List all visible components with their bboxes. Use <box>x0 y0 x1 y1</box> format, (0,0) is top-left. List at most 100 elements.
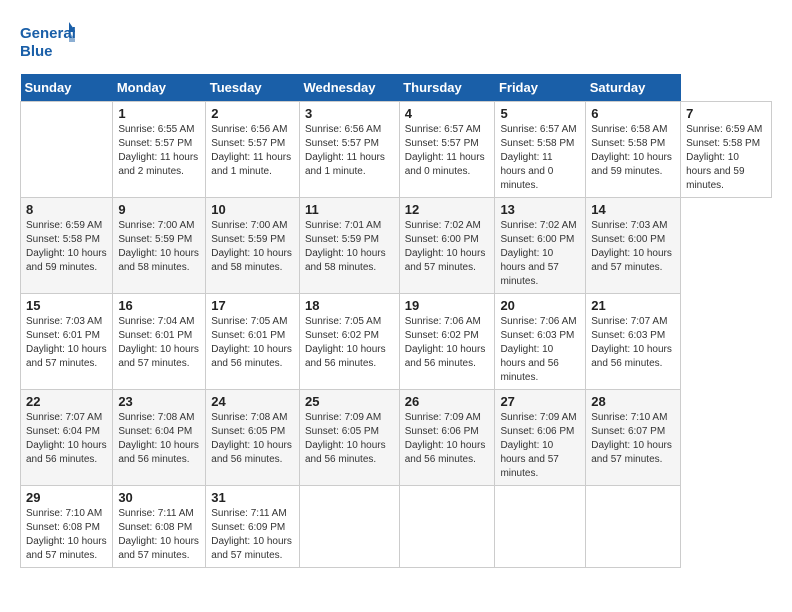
sunset-text: Sunset: 6:08 PM <box>26 522 100 533</box>
day-info: Sunrise: 6:57 AM Sunset: 5:58 PM Dayligh… <box>500 123 580 193</box>
calendar-day-13: 13 Sunrise: 7:02 AM Sunset: 6:00 PM Dayl… <box>495 198 586 294</box>
empty-cell <box>21 102 113 198</box>
calendar-day-15: 15 Sunrise: 7:03 AM Sunset: 6:01 PM Dayl… <box>21 294 113 390</box>
daylight-text: Daylight: 11 hours and 1 minute. <box>211 152 291 177</box>
day-info: Sunrise: 7:00 AM Sunset: 5:59 PM Dayligh… <box>118 219 200 275</box>
sunset-text: Sunset: 6:04 PM <box>26 426 100 437</box>
sunrise-text: Sunrise: 7:08 AM <box>118 412 194 423</box>
calendar-day-4: 4 Sunrise: 6:57 AM Sunset: 5:57 PM Dayli… <box>399 102 495 198</box>
daylight-text: Daylight: 10 hours and 58 minutes. <box>211 248 292 273</box>
daylight-text: Daylight: 10 hours and 59 minutes. <box>26 248 107 273</box>
sunrise-text: Sunrise: 6:59 AM <box>686 124 762 135</box>
calendar-day-24: 24 Sunrise: 7:08 AM Sunset: 6:05 PM Dayl… <box>206 390 300 486</box>
day-info: Sunrise: 7:08 AM Sunset: 6:04 PM Dayligh… <box>118 411 200 467</box>
daylight-text: Daylight: 10 hours and 59 minutes. <box>591 152 672 177</box>
day-info: Sunrise: 7:10 AM Sunset: 6:08 PM Dayligh… <box>26 507 107 563</box>
day-headers-row: SundayMondayTuesdayWednesdayThursdayFrid… <box>21 74 772 102</box>
sunset-text: Sunset: 6:05 PM <box>305 426 379 437</box>
day-info: Sunrise: 7:09 AM Sunset: 6:06 PM Dayligh… <box>405 411 490 467</box>
day-info: Sunrise: 6:56 AM Sunset: 5:57 PM Dayligh… <box>305 123 394 179</box>
sunrise-text: Sunrise: 6:57 AM <box>500 124 576 135</box>
sunset-text: Sunset: 6:00 PM <box>500 234 574 245</box>
day-number: 25 <box>305 394 394 409</box>
day-number: 7 <box>686 106 766 121</box>
day-number: 14 <box>591 202 675 217</box>
sunset-text: Sunset: 6:09 PM <box>211 522 285 533</box>
calendar-day-25: 25 Sunrise: 7:09 AM Sunset: 6:05 PM Dayl… <box>300 390 400 486</box>
calendar-day-14: 14 Sunrise: 7:03 AM Sunset: 6:00 PM Dayl… <box>586 198 681 294</box>
logo-svg: General Blue <box>20 20 75 64</box>
daylight-text: Daylight: 10 hours and 57 minutes. <box>591 440 672 465</box>
svg-text:General: General <box>20 25 75 42</box>
calendar-day-30: 30 Sunrise: 7:11 AM Sunset: 6:08 PM Dayl… <box>113 486 206 568</box>
sunset-text: Sunset: 6:03 PM <box>591 330 665 341</box>
calendar-day-12: 12 Sunrise: 7:02 AM Sunset: 6:00 PM Dayl… <box>399 198 495 294</box>
calendar-day-27: 27 Sunrise: 7:09 AM Sunset: 6:06 PM Dayl… <box>495 390 586 486</box>
daylight-text: Daylight: 10 hours and 57 minutes. <box>26 344 107 369</box>
sunset-text: Sunset: 5:59 PM <box>305 234 379 245</box>
calendar-day-17: 17 Sunrise: 7:05 AM Sunset: 6:01 PM Dayl… <box>206 294 300 390</box>
calendar-day-7: 7 Sunrise: 6:59 AM Sunset: 5:58 PM Dayli… <box>681 102 772 198</box>
sunset-text: Sunset: 6:01 PM <box>26 330 100 341</box>
daylight-text: Daylight: 10 hours and 56 minutes. <box>305 344 386 369</box>
sunset-text: Sunset: 6:00 PM <box>405 234 479 245</box>
day-number: 15 <box>26 298 107 313</box>
day-info: Sunrise: 7:08 AM Sunset: 6:05 PM Dayligh… <box>211 411 294 467</box>
calendar-day-11: 11 Sunrise: 7:01 AM Sunset: 5:59 PM Dayl… <box>300 198 400 294</box>
day-number: 18 <box>305 298 394 313</box>
day-info: Sunrise: 7:00 AM Sunset: 5:59 PM Dayligh… <box>211 219 294 275</box>
sunrise-text: Sunrise: 6:56 AM <box>211 124 287 135</box>
day-number: 28 <box>591 394 675 409</box>
sunrise-text: Sunrise: 6:56 AM <box>305 124 381 135</box>
calendar-day-16: 16 Sunrise: 7:04 AM Sunset: 6:01 PM Dayl… <box>113 294 206 390</box>
day-header-wednesday: Wednesday <box>300 74 400 102</box>
sunset-text: Sunset: 6:02 PM <box>305 330 379 341</box>
sunrise-text: Sunrise: 7:02 AM <box>405 220 481 231</box>
day-info: Sunrise: 7:04 AM Sunset: 6:01 PM Dayligh… <box>118 315 200 371</box>
calendar-day-31: 31 Sunrise: 7:11 AM Sunset: 6:09 PM Dayl… <box>206 486 300 568</box>
calendar-day-21: 21 Sunrise: 7:07 AM Sunset: 6:03 PM Dayl… <box>586 294 681 390</box>
day-number: 24 <box>211 394 294 409</box>
daylight-text: Daylight: 10 hours and 56 minutes. <box>405 440 486 465</box>
calendar-day-5: 5 Sunrise: 6:57 AM Sunset: 5:58 PM Dayli… <box>495 102 586 198</box>
day-number: 17 <box>211 298 294 313</box>
day-info: Sunrise: 6:57 AM Sunset: 5:57 PM Dayligh… <box>405 123 490 179</box>
calendar-day-6: 6 Sunrise: 6:58 AM Sunset: 5:58 PM Dayli… <box>586 102 681 198</box>
daylight-text: Daylight: 10 hours and 57 minutes. <box>118 344 199 369</box>
sunset-text: Sunset: 5:57 PM <box>305 138 379 149</box>
day-number: 30 <box>118 490 200 505</box>
daylight-text: Daylight: 10 hours and 57 minutes. <box>500 248 558 287</box>
sunrise-text: Sunrise: 6:59 AM <box>26 220 102 231</box>
sunrise-text: Sunrise: 7:04 AM <box>118 316 194 327</box>
calendar-day-20: 20 Sunrise: 7:06 AM Sunset: 6:03 PM Dayl… <box>495 294 586 390</box>
day-info: Sunrise: 7:03 AM Sunset: 6:00 PM Dayligh… <box>591 219 675 275</box>
daylight-text: Daylight: 10 hours and 57 minutes. <box>118 536 199 561</box>
calendar-day-2: 2 Sunrise: 6:56 AM Sunset: 5:57 PM Dayli… <box>206 102 300 198</box>
sunset-text: Sunset: 6:07 PM <box>591 426 665 437</box>
daylight-text: Daylight: 10 hours and 56 minutes. <box>211 344 292 369</box>
day-info: Sunrise: 7:11 AM Sunset: 6:08 PM Dayligh… <box>118 507 200 563</box>
svg-text:Blue: Blue <box>20 43 53 60</box>
sunrise-text: Sunrise: 7:02 AM <box>500 220 576 231</box>
sunrise-text: Sunrise: 7:00 AM <box>211 220 287 231</box>
day-header-thursday: Thursday <box>399 74 495 102</box>
sunrise-text: Sunrise: 7:03 AM <box>591 220 667 231</box>
day-number: 4 <box>405 106 490 121</box>
sunrise-text: Sunrise: 6:55 AM <box>118 124 194 135</box>
calendar-day-28: 28 Sunrise: 7:10 AM Sunset: 6:07 PM Dayl… <box>586 390 681 486</box>
calendar-week-2: 8 Sunrise: 6:59 AM Sunset: 5:58 PM Dayli… <box>21 198 772 294</box>
sunrise-text: Sunrise: 7:10 AM <box>26 508 102 519</box>
day-number: 9 <box>118 202 200 217</box>
day-number: 23 <box>118 394 200 409</box>
day-number: 11 <box>305 202 394 217</box>
daylight-text: Daylight: 10 hours and 56 minutes. <box>405 344 486 369</box>
day-number: 3 <box>305 106 394 121</box>
sunrise-text: Sunrise: 7:05 AM <box>211 316 287 327</box>
day-info: Sunrise: 7:05 AM Sunset: 6:01 PM Dayligh… <box>211 315 294 371</box>
day-number: 29 <box>26 490 107 505</box>
sunset-text: Sunset: 6:06 PM <box>500 426 574 437</box>
sunrise-text: Sunrise: 7:07 AM <box>591 316 667 327</box>
sunset-text: Sunset: 5:59 PM <box>118 234 192 245</box>
page-header: General Blue <box>20 20 772 64</box>
sunrise-text: Sunrise: 7:01 AM <box>305 220 381 231</box>
